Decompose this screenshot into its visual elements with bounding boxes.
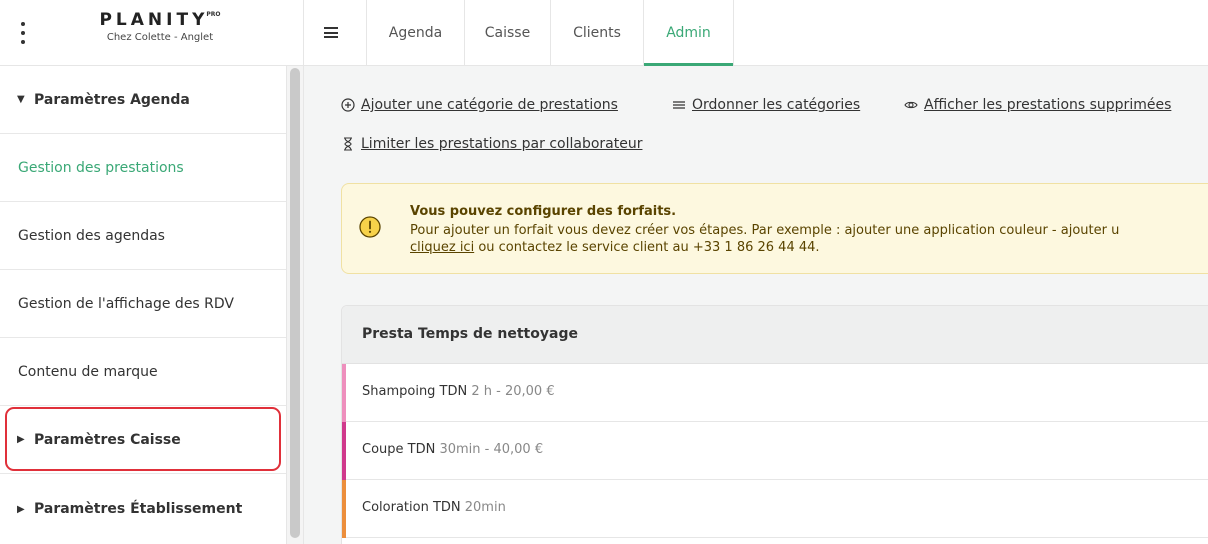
warning-icon [359,216,381,238]
settings-sidebar: ▼ Paramètres Agenda Gestion des prestati… [0,66,286,544]
hamburger-icon [324,27,338,38]
eye-icon [904,101,918,109]
sidebar-item-gestion-agendas[interactable]: Gestion des agendas [0,202,286,270]
sidebar-item-label: Gestion des prestations [18,159,184,176]
main-content: Ajouter une catégorie de prestations Ord… [304,66,1208,544]
section-parametres-caisse[interactable]: ▶ Paramètres Caisse [0,406,286,474]
sidebar-item-label: Gestion des agendas [18,227,165,244]
brand-area: PLANITYPRO Chez Colette - Anglet [0,0,304,66]
sidebar-item-gestion-prestations[interactable]: Gestion des prestations [0,134,286,202]
top-bar: PLANITYPRO Chez Colette - Anglet Agenda … [0,0,1208,66]
forfaits-notice: Vous pouvez configurer des forfaits. Pou… [341,183,1208,274]
caret-right-icon: ▶ [17,434,25,445]
more-options-icon[interactable] [20,22,26,44]
notice-line-2: cliquez ici ou contactez le service clie… [410,239,1119,256]
logo-text: PLANITY [99,10,209,30]
service-color-bar [342,480,346,538]
logo-badge: PRO [206,11,221,18]
service-name: Shampoing TDN [362,384,468,399]
notice-text: Pour ajouter un forfait vous devez créer… [410,222,1119,256]
tab-caisse[interactable]: Caisse [465,0,551,66]
hourglass-icon [344,137,352,151]
order-categories-label: Ordonner les catégories [692,97,861,113]
service-name: Coupe TDN [362,442,436,457]
limit-per-staff-label: Limiter les prestations par collaborateu… [361,136,643,152]
section-parametres-agenda[interactable]: ▼ Paramètres Agenda [0,66,286,134]
show-deleted-link[interactable]: Afficher les prestations supprimées [904,97,1171,113]
show-deleted-label: Afficher les prestations supprimées [924,97,1172,113]
click-here-link[interactable]: cliquez ici [410,240,474,255]
service-row[interactable]: Shampoing TDN 2 h - 20,00 € [342,364,1208,422]
sidebar-item-contenu-marque[interactable]: Contenu de marque [0,338,286,406]
section-label: Paramètres Caisse [34,431,181,448]
tab-agenda[interactable]: Agenda [367,0,465,66]
service-meta: 30min - 40,00 € [439,442,544,457]
planity-logo[interactable]: PLANITYPRO Chez Colette - Anglet [90,10,230,43]
section-parametres-etablissement[interactable]: ▶ Paramètres Établissement [0,474,286,544]
service-color-bar [342,422,346,480]
service-row[interactable]: Coloration TDN 20min [342,480,1208,538]
sidebar-item-affichage-rdv[interactable]: Gestion de l'affichage des RDV [0,270,286,338]
service-text: Coupe TDN 30min - 40,00 € [362,442,543,457]
section-label: Paramètres Établissement [34,501,243,517]
caret-down-icon: ▼ [17,94,25,105]
tab-clients[interactable]: Clients [551,0,644,66]
caret-right-icon: ▶ [17,503,25,515]
service-text: Coloration TDN 20min [362,500,506,515]
add-category-label: Ajouter une catégorie de prestations [361,97,618,113]
sidebar-item-label: Contenu de marque [18,363,158,380]
category-title: Presta Temps de nettoyage [362,326,578,342]
notice-title: Vous pouvez configurer des forfaits. [410,204,677,219]
notice-line-2-text: ou contactez le service client au +33 1 … [474,240,820,255]
sidebar-scrollbar[interactable] [286,66,304,544]
category-panel: Presta Temps de nettoyage Shampoing TDN … [341,305,1208,544]
salon-name: Chez Colette - Anglet [106,32,214,43]
list-icon [673,101,685,109]
service-row[interactable]: Coupe TDN 30min - 40,00 € [342,422,1208,480]
main-tabs: Agenda Caisse Clients Admin [367,0,734,66]
sidebar-item-label: Gestion de l'affichage des RDV [18,295,235,312]
service-text: Shampoing TDN 2 h - 20,00 € [362,384,555,399]
notice-line-1: Pour ajouter un forfait vous devez créer… [410,223,1120,238]
service-meta: 20min [464,500,506,515]
menu-button[interactable] [304,0,367,66]
plus-circle-icon [341,98,355,112]
add-category-link[interactable]: Ajouter une catégorie de prestations [341,97,618,113]
order-categories-link[interactable]: Ordonner les catégories [672,97,860,113]
category-header[interactable]: Presta Temps de nettoyage [342,306,1208,364]
limit-per-staff-link[interactable]: Limiter les prestations par collaborateu… [341,136,642,152]
service-meta: 2 h - 20,00 € [471,384,555,399]
section-label: Paramètres Agenda [34,91,190,108]
tab-admin[interactable]: Admin [644,0,734,66]
scrollbar-thumb[interactable] [290,68,300,538]
service-name: Coloration TDN [362,500,461,515]
service-color-bar [342,364,346,422]
